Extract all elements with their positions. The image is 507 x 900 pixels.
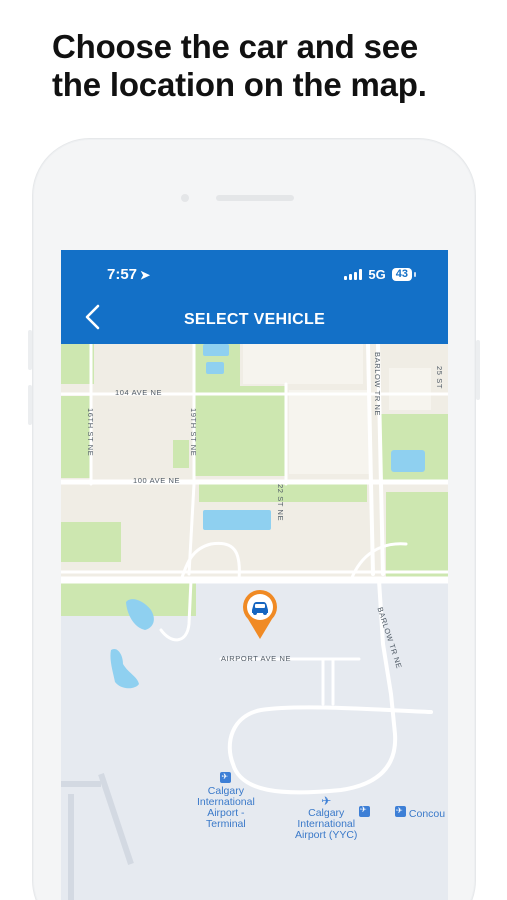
street-label-19th-st: 19TH ST NE xyxy=(189,408,198,457)
street-label-22-st: 22 ST NE xyxy=(276,484,285,522)
battery-icon: 43 xyxy=(391,268,412,281)
network-type: 5G xyxy=(368,267,386,282)
street-label-104-ave: 104 AVE NE xyxy=(115,388,163,397)
street-label-25-st: 25 ST xyxy=(435,366,444,390)
phone-side-button xyxy=(28,330,32,370)
poi-airport-yyc[interactable]: ✈ Calgary International Airport (YYC) xyxy=(295,794,358,841)
poi-terminal-line-4: Terminal xyxy=(206,818,246,830)
signal-icon xyxy=(344,269,363,280)
poi-airport-terminal[interactable]: Calgary International Airport - Terminal xyxy=(197,771,255,830)
street-label-100-ave: 100 AVE NE xyxy=(133,476,181,485)
phone-camera xyxy=(181,194,189,202)
headline-line-1: Choose the car and see xyxy=(52,28,419,65)
car-icon xyxy=(243,589,277,639)
airport-icon xyxy=(220,771,232,783)
phone-speaker xyxy=(216,195,294,201)
location-arrow-icon: ➤ xyxy=(140,268,151,282)
phone-power-button xyxy=(476,340,480,400)
poi-yyc-line-3: Airport (YYC) xyxy=(295,829,358,841)
headline: Choose the car and see the location on t… xyxy=(52,28,492,104)
map-view[interactable]: 104 AVE NE 100 AVE NE 16TH ST NE 19TH ST… xyxy=(61,344,448,900)
airplane-icon: ✈ xyxy=(321,794,332,808)
vehicle-location-pin[interactable] xyxy=(241,589,279,641)
street-label-airport-ave: AIRPORT AVE NE xyxy=(221,654,292,663)
battery-tip xyxy=(414,272,416,277)
poi-concourse[interactable]: Concou xyxy=(395,805,446,820)
app-bar: 7:57 ➤ 5G 43 SELECT VEHICLE xyxy=(61,250,448,344)
street-label-16th-st: 16TH ST NE xyxy=(86,408,95,457)
status-indicators: 5G 43 xyxy=(344,267,416,282)
phone-screen: 7:57 ➤ 5G 43 SELECT VEHICLE 104 AVE NE 1… xyxy=(61,250,448,900)
phone-side-button xyxy=(28,385,32,425)
airport-icon xyxy=(395,805,406,817)
poi-concourse-label: Concou xyxy=(408,808,446,820)
status-time: 7:57 ➤ xyxy=(107,266,150,283)
status-time-text: 7:57 xyxy=(107,266,138,283)
headline-line-2: the location on the map. xyxy=(52,66,427,103)
street-label-barlow-trail-north: BARLOW TR NE xyxy=(373,352,382,417)
transit-icon xyxy=(359,805,370,817)
page-title: SELECT VEHICLE xyxy=(183,311,326,328)
